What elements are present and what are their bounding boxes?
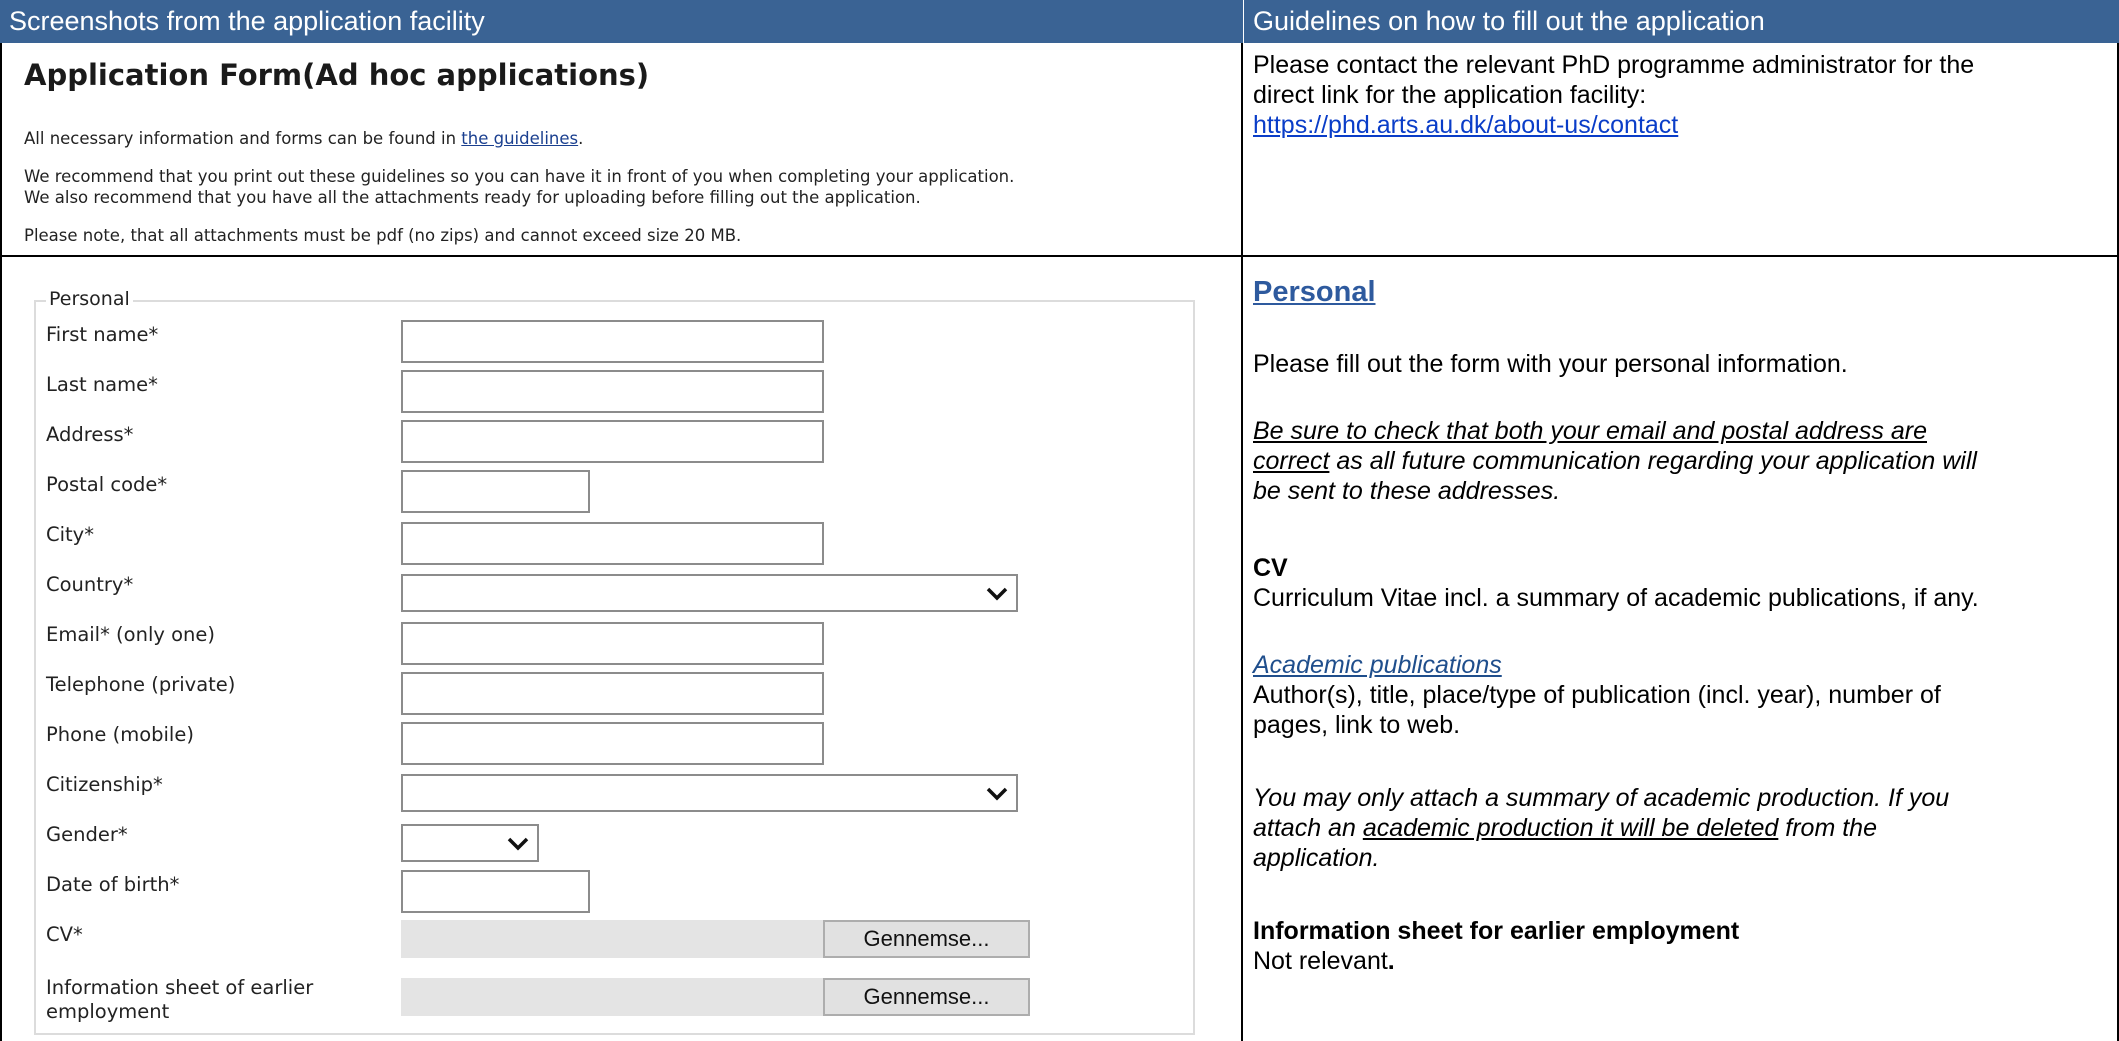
cv-browse-button[interactable]: Gennemse... [823,920,1030,958]
academic-publications-link[interactable]: Academic publications [1253,651,1502,679]
guidelines-link[interactable]: the guidelines [461,129,578,148]
cv-label: CV* [46,923,83,946]
country-select[interactable] [401,574,1018,612]
gender-select[interactable] [401,824,539,862]
email-input[interactable] [401,622,824,665]
info-sheet-file-path[interactable] [401,978,824,1016]
address-label: Address* [46,423,134,446]
citizenship-label: Citizenship* [46,773,163,796]
address-input[interactable] [401,420,824,463]
personal-text: Please fill out the form with your perso… [1253,350,1848,378]
contact-link-line: https://phd.arts.au.dk/about-us/contact [1253,110,1678,140]
personal-legend: Personal [46,288,133,310]
info-text-line: Not relevant. [1253,946,1395,976]
postal-code-label: Postal code* [46,473,168,496]
cv-text: Curriculum Vitae incl. a summary of acad… [1253,584,1979,612]
first-name-label: First name* [46,323,159,346]
postal-code-input[interactable] [401,470,590,513]
cv-title: CV [1253,554,1288,582]
dob-input[interactable] [401,870,590,913]
chevron-down-icon [507,837,529,851]
row-divider [0,255,2119,257]
last-name-input[interactable] [401,370,824,413]
attach-underlined: academic production it will be deleted [1362,814,1779,842]
check-rest-1: as all future communication regarding yo… [1329,447,1977,475]
chevron-down-icon [986,787,1008,801]
intro-dot: . [578,129,584,148]
city-input[interactable] [401,522,824,565]
info-sheet-browse-button[interactable]: Gennemse... [823,978,1030,1016]
check-line-1: Be sure to check that both your email an… [1253,416,1927,446]
email-label: Email* (only one) [46,623,215,646]
table-border-left [0,43,2,1041]
contact-line-1: Please contact the relevant PhD programm… [1253,51,1975,79]
document-table: Screenshots from the application facilit… [0,0,2119,1041]
attach-line-1: You may only attach a summary of academi… [1253,784,1950,812]
attach-pre: attach an [1253,814,1363,842]
first-name-input[interactable] [401,320,824,363]
phone-input[interactable] [401,722,824,765]
info-text: Not relevant [1253,947,1388,975]
table-divider [1241,43,1243,1041]
attach-line-2: attach an academic production it will be… [1253,813,1877,843]
telephone-label: Telephone (private) [46,673,236,696]
pub-text-2: pages, link to web. [1253,711,1461,739]
attach-post: from the [1778,814,1877,842]
pub-title-line: Academic publications [1253,650,1502,680]
section-title-personal[interactable]: Personal [1253,276,1376,309]
info-sheet-label-1: Information sheet of earlier [46,976,314,999]
intro-text: All necessary information and forms can … [24,129,462,148]
form-title: Application Form(Ad hoc applications) [24,58,650,92]
country-label: Country* [46,573,134,596]
contact-line-2: direct link for the application facility… [1253,81,1647,109]
info-sheet-label-2: employment [46,1000,170,1023]
city-label: City* [46,523,94,546]
info-title: Information sheet for earlier employment [1253,917,1740,945]
chevron-down-icon [986,587,1008,601]
attach-line-3: application. [1253,844,1380,872]
header-left: Screenshots from the application facilit… [0,0,1243,43]
intro-attachments: Please note, that all attachments must b… [24,226,742,245]
intro-recommend-2: We also recommend that you have all the … [24,188,921,207]
cv-file-path[interactable] [401,920,824,958]
gender-label: Gender* [46,823,128,846]
intro-recommend-1: We recommend that you print out these gu… [24,167,1015,186]
check-line-2: correct as all future communication rega… [1253,446,1977,476]
last-name-label: Last name* [46,373,158,396]
telephone-input[interactable] [401,672,824,715]
contact-link[interactable]: https://phd.arts.au.dk/about-us/contact [1253,111,1678,139]
info-dot: . [1387,947,1395,975]
pub-text-1: Author(s), title, place/type of publicat… [1253,681,1941,709]
dob-label: Date of birth* [46,873,180,896]
check-underlined-1: Be sure to check that both your email an… [1253,417,1927,445]
check-line-3: be sent to these addresses. [1253,477,1561,505]
check-underlined-2: correct [1253,447,1330,475]
intro-guidelines: All necessary information and forms can … [24,128,583,149]
citizenship-select[interactable] [401,774,1018,812]
header-right: Guidelines on how to fill out the applic… [1244,0,2119,43]
phone-label: Phone (mobile) [46,723,194,746]
